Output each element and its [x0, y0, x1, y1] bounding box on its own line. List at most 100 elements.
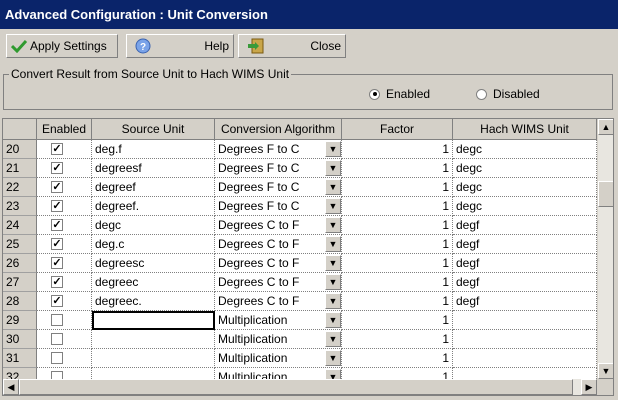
source-unit-cell[interactable]: degreec	[92, 273, 215, 292]
source-unit-cell[interactable]: degreec.	[92, 292, 215, 311]
chevron-down-icon[interactable]: ▼	[325, 312, 341, 328]
hach-wims-unit-cell[interactable]	[453, 330, 597, 349]
scroll-down-icon[interactable]: ▼	[598, 363, 613, 379]
factor-cell[interactable]: 1	[342, 178, 453, 197]
conversion-algorithm-cell[interactable]: Multiplication ▼	[215, 349, 342, 368]
chevron-down-icon[interactable]: ▼	[325, 293, 341, 309]
horizontal-scrollbar[interactable]: ◀ ▶	[3, 379, 597, 395]
hach-wims-unit-cell[interactable]	[453, 311, 597, 330]
hach-wims-unit-cell[interactable]: degc	[453, 197, 597, 216]
enabled-checkbox-cell[interactable]: ✓	[37, 140, 92, 159]
enabled-checkbox-cell[interactable]: ✓	[37, 197, 92, 216]
source-unit-cell[interactable]: degc	[92, 216, 215, 235]
factor-cell[interactable]: 1	[342, 140, 453, 159]
column-header-hach-wims-unit[interactable]: Hach WIMS Unit	[453, 119, 597, 140]
factor-cell[interactable]: 1	[342, 330, 453, 349]
conversion-algorithm-cell[interactable]: Degrees F to C ▼	[215, 178, 342, 197]
disabled-radio[interactable]: Disabled	[476, 87, 540, 101]
source-unit-cell[interactable]: degreesf	[92, 159, 215, 178]
source-unit-cell[interactable]	[92, 330, 215, 349]
checkbox-unchecked-icon[interactable]	[51, 314, 63, 326]
hach-wims-unit-cell[interactable]: degf	[453, 216, 597, 235]
enabled-checkbox-cell[interactable]: ✓	[37, 235, 92, 254]
scroll-up-icon[interactable]: ▲	[598, 119, 613, 135]
checkbox-checked-icon[interactable]: ✓	[51, 276, 63, 288]
factor-cell[interactable]: 1	[342, 254, 453, 273]
enabled-checkbox-cell[interactable]: ✓	[37, 273, 92, 292]
source-unit-cell[interactable]: degreesc	[92, 254, 215, 273]
column-header-source-unit[interactable]: Source Unit	[92, 119, 215, 140]
checkbox-checked-icon[interactable]: ✓	[51, 219, 63, 231]
hach-wims-unit-cell[interactable]: degc	[453, 178, 597, 197]
chevron-down-icon[interactable]: ▼	[325, 141, 341, 157]
factor-cell[interactable]: 1	[342, 216, 453, 235]
checkbox-checked-icon[interactable]: ✓	[51, 295, 63, 307]
enabled-checkbox-cell[interactable]: ✓	[37, 216, 92, 235]
hach-wims-unit-cell[interactable]	[453, 349, 597, 368]
checkbox-unchecked-icon[interactable]	[51, 352, 63, 364]
source-unit-cell[interactable]: degreef.	[92, 197, 215, 216]
column-header-factor[interactable]: Factor	[342, 119, 453, 140]
hach-wims-unit-cell[interactable]: degf	[453, 235, 597, 254]
scroll-right-icon[interactable]: ▶	[581, 379, 597, 395]
enabled-checkbox-cell[interactable]	[37, 330, 92, 349]
enabled-checkbox-cell[interactable]: ✓	[37, 292, 92, 311]
column-header-conversion-algorithm[interactable]: Conversion Algorithm	[215, 119, 342, 140]
enabled-checkbox-cell[interactable]: ✓	[37, 159, 92, 178]
checkbox-checked-icon[interactable]: ✓	[51, 162, 63, 174]
conversion-algorithm-cell[interactable]: Degrees F to C ▼	[215, 140, 342, 159]
chevron-down-icon[interactable]: ▼	[325, 274, 341, 290]
chevron-down-icon[interactable]: ▼	[325, 350, 341, 366]
chevron-down-icon[interactable]: ▼	[325, 160, 341, 176]
hach-wims-unit-cell[interactable]: degf	[453, 273, 597, 292]
vertical-scrollbar[interactable]: ▲ ▼	[597, 119, 613, 379]
checkbox-checked-icon[interactable]: ✓	[51, 257, 63, 269]
chevron-down-icon[interactable]: ▼	[325, 179, 341, 195]
checkbox-unchecked-icon[interactable]	[51, 333, 63, 345]
horizontal-scroll-thumb[interactable]	[19, 379, 573, 395]
conversion-algorithm-cell[interactable]: Degrees C to F ▼	[215, 254, 342, 273]
hach-wims-unit-cell[interactable]: degf	[453, 292, 597, 311]
chevron-down-icon[interactable]: ▼	[325, 331, 341, 347]
checkbox-checked-icon[interactable]: ✓	[51, 181, 63, 193]
factor-cell[interactable]: 1	[342, 197, 453, 216]
enabled-checkbox-cell[interactable]: ✓	[37, 254, 92, 273]
source-unit-cell[interactable]: degreef	[92, 178, 215, 197]
factor-cell[interactable]: 1	[342, 349, 453, 368]
chevron-down-icon[interactable]: ▼	[325, 255, 341, 271]
conversion-algorithm-cell[interactable]: Multiplication ▼	[215, 330, 342, 349]
source-unit-cell[interactable]: deg.f	[92, 140, 215, 159]
help-button[interactable]: ? Help	[126, 34, 234, 58]
factor-cell[interactable]: 1	[342, 292, 453, 311]
vertical-scroll-thumb[interactable]	[598, 181, 613, 207]
scroll-left-icon[interactable]: ◀	[3, 379, 19, 395]
enabled-radio[interactable]: Enabled	[369, 87, 430, 101]
checkbox-checked-icon[interactable]: ✓	[51, 143, 63, 155]
conversion-algorithm-cell[interactable]: Multiplication ▼	[215, 311, 342, 330]
conversion-algorithm-cell[interactable]: Degrees C to F ▼	[215, 273, 342, 292]
factor-cell[interactable]: 1	[342, 311, 453, 330]
column-header-enabled[interactable]: Enabled	[37, 119, 92, 140]
checkbox-checked-icon[interactable]: ✓	[51, 238, 63, 250]
close-button[interactable]: Close	[238, 34, 346, 58]
hach-wims-unit-cell[interactable]: degc	[453, 140, 597, 159]
enabled-checkbox-cell[interactable]	[37, 349, 92, 368]
factor-cell[interactable]: 1	[342, 273, 453, 292]
chevron-down-icon[interactable]: ▼	[325, 217, 341, 233]
conversion-algorithm-cell[interactable]: Degrees C to F ▼	[215, 235, 342, 254]
chevron-down-icon[interactable]: ▼	[325, 236, 341, 252]
source-unit-cell[interactable]	[92, 349, 215, 368]
conversion-algorithm-cell[interactable]: Degrees C to F ▼	[215, 216, 342, 235]
conversion-algorithm-cell[interactable]: Degrees F to C ▼	[215, 159, 342, 178]
enabled-checkbox-cell[interactable]	[37, 311, 92, 330]
enabled-checkbox-cell[interactable]: ✓	[37, 178, 92, 197]
hach-wims-unit-cell[interactable]: degc	[453, 159, 597, 178]
factor-cell[interactable]: 1	[342, 159, 453, 178]
source-unit-cell[interactable]: deg.c	[92, 235, 215, 254]
hach-wims-unit-cell[interactable]: degf	[453, 254, 597, 273]
chevron-down-icon[interactable]: ▼	[325, 198, 341, 214]
conversion-algorithm-cell[interactable]: Degrees F to C ▼	[215, 197, 342, 216]
apply-settings-button[interactable]: Apply Settings	[6, 34, 118, 58]
source-unit-cell[interactable]	[92, 311, 215, 330]
factor-cell[interactable]: 1	[342, 235, 453, 254]
